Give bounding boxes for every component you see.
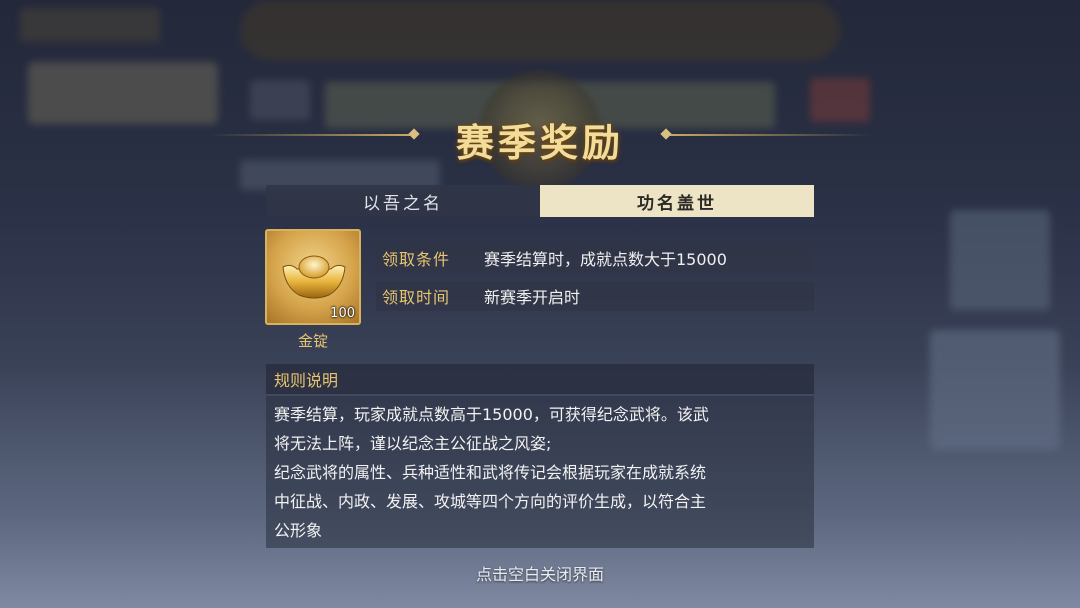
rules-text-line: 公形象 xyxy=(274,521,323,540)
tab-yiwuzhiming[interactable]: 以吾之名 xyxy=(266,185,540,217)
claim-time-value: 新赛季开启时 xyxy=(484,288,581,307)
close-hint-text[interactable]: 点击空白关闭界面 xyxy=(0,561,1080,585)
claim-condition-row: 领取条件 赛季结算时，成就点数大于15000 xyxy=(376,243,814,273)
background-panel xyxy=(950,210,1050,310)
dialog-title: 赛季奖励 xyxy=(455,120,624,165)
background-panel xyxy=(28,62,218,124)
rules-title: 规则说明 xyxy=(274,371,339,390)
reward-item-card[interactable]: 100 xyxy=(265,229,361,325)
rules-body: 赛季结算，玩家成就点数高于15000，可获得纪念武将。该武 将无法上阵，谨以纪念… xyxy=(266,396,814,548)
title-banner: 赛季奖励 xyxy=(210,110,870,165)
claim-condition-label: 领取条件 xyxy=(382,250,451,269)
rules-header: 规则说明 xyxy=(266,364,814,394)
claim-time-label: 领取时间 xyxy=(382,288,451,307)
claim-condition-value: 赛季结算时，成就点数大于15000 xyxy=(484,250,727,269)
rules-text-line: 将无法上阵，谨以纪念主公征战之风姿; xyxy=(274,434,552,453)
claim-time-row: 领取时间 新赛季开启时 xyxy=(376,281,814,311)
rules-text-line: 赛季结算，玩家成就点数高于15000，可获得纪念武将。该武 xyxy=(274,405,709,424)
item-count: 100 xyxy=(330,306,355,321)
background-glow xyxy=(240,0,840,60)
rules-text-line: 纪念武将的属性、兵种适性和武将传记会根据玩家在成就系统 xyxy=(274,463,707,482)
tab-gongminggaishi[interactable]: 功名盖世 xyxy=(540,185,814,217)
rules-text-line: 中征战、内政、发展、攻城等四个方向的评价生成，以符合主 xyxy=(274,492,707,511)
background-panel xyxy=(930,330,1060,450)
reward-item-name: 金锭 xyxy=(297,332,328,350)
gold-ingot-icon xyxy=(282,255,346,299)
background-header xyxy=(20,8,160,42)
reward-tabs: 以吾之名 功名盖世 xyxy=(266,185,814,217)
